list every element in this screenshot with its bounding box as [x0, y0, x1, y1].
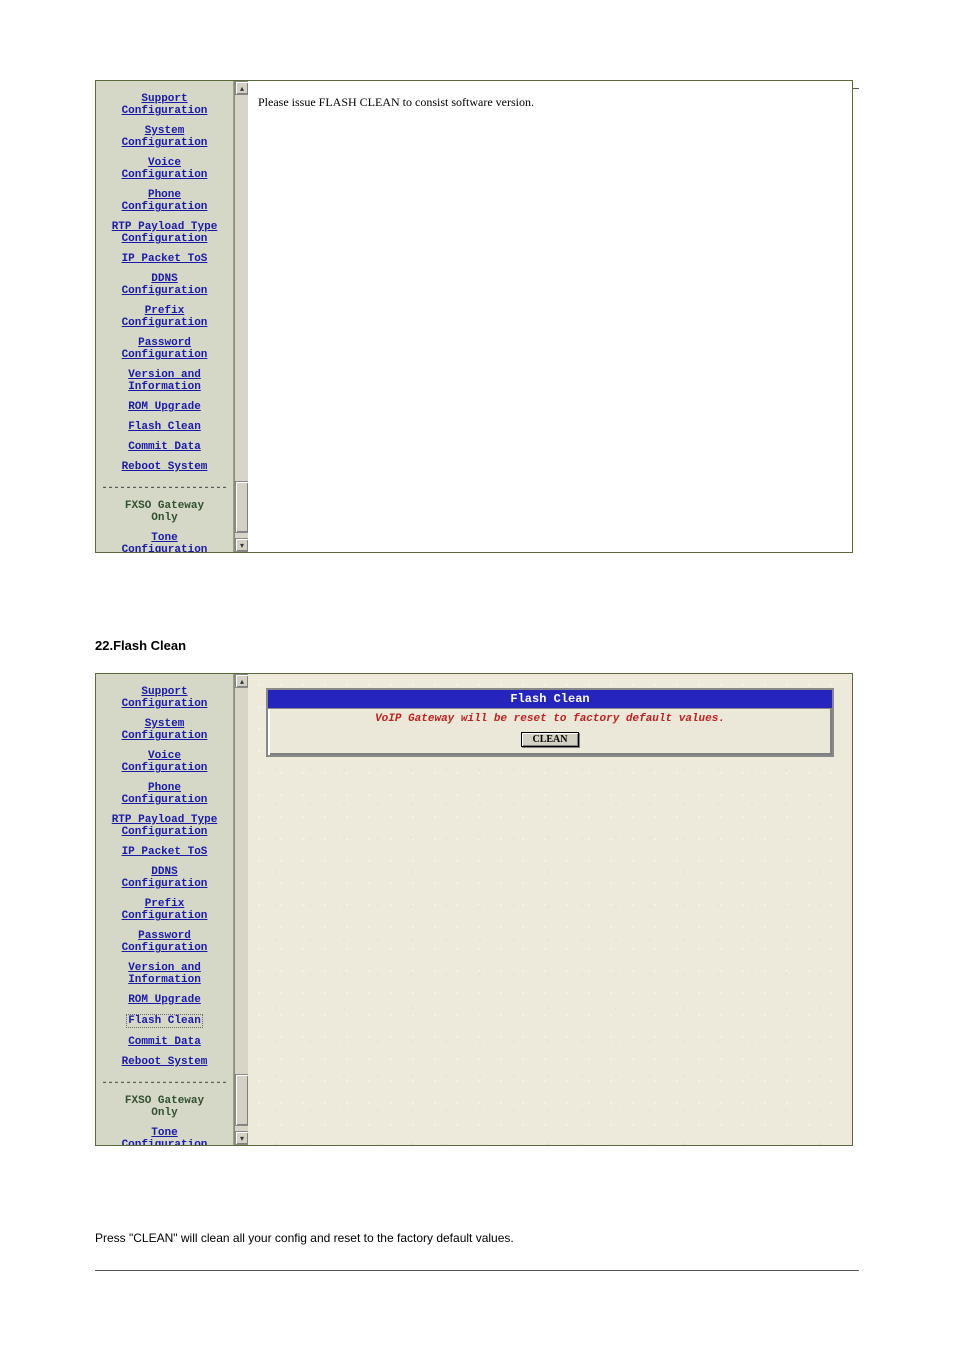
panel-title: Flash Clean	[268, 690, 832, 709]
sidebar-scrollbar[interactable]: ▴ ▾	[234, 674, 248, 1145]
nav-tos[interactable]: IP Packet ToS	[98, 253, 231, 265]
caption-flash-clean-heading: 22.Flash Clean	[95, 638, 859, 653]
nav-flash-active[interactable]: Flash Clean	[98, 1014, 231, 1028]
scroll-down-button[interactable]: ▾	[235, 1131, 249, 1145]
nav-tone[interactable]: ToneConfiguration	[98, 532, 231, 552]
nav-commit[interactable]: Commit Data	[98, 441, 231, 453]
nav-tos[interactable]: IP Packet ToS	[98, 846, 231, 858]
nav-ddns[interactable]: DDNSConfiguration	[98, 273, 231, 297]
content-area: Flash Clean VoIP Gateway will be reset t…	[248, 674, 852, 1145]
nav-rtp[interactable]: RTP Payload TypeConfiguration	[98, 221, 231, 245]
nav-rom[interactable]: ROM Upgrade	[98, 994, 231, 1006]
nav-voice[interactable]: VoiceConfiguration	[98, 157, 231, 181]
nav-prefix[interactable]: PrefixConfiguration	[98, 305, 231, 329]
panel-warning: VoIP Gateway will be reset to factory de…	[268, 709, 832, 729]
scroll-down-button[interactable]: ▾	[235, 538, 249, 552]
clean-button[interactable]: CLEAN	[521, 732, 578, 747]
scroll-thumb[interactable]	[235, 481, 249, 533]
nav-prefix[interactable]: PrefixConfiguration	[98, 898, 231, 922]
screenshot-after-upgrade: SupportConfiguration SystemConfiguration…	[95, 80, 853, 553]
nav-password[interactable]: PasswordConfiguration	[98, 930, 231, 954]
nav-phone[interactable]: PhoneConfiguration	[98, 189, 231, 213]
nav-support[interactable]: SupportConfiguration	[98, 93, 231, 117]
nav-reboot[interactable]: Reboot System	[98, 461, 231, 473]
sidebar: SupportConfiguration SystemConfiguration…	[96, 81, 234, 552]
scroll-up-button[interactable]: ▴	[235, 81, 249, 95]
sidebar-scrollbar[interactable]: ▴ ▾	[234, 81, 248, 552]
nav-fxso-label: FXSO GatewayOnly	[98, 500, 231, 524]
page-rule-bottom	[95, 1270, 859, 1271]
nav-fxso-label: FXSO GatewayOnly	[98, 1095, 231, 1119]
nav-rtp[interactable]: RTP Payload TypeConfiguration	[98, 814, 231, 838]
scroll-up-button[interactable]: ▴	[235, 674, 249, 688]
flash-clean-panel: Flash Clean VoIP Gateway will be reset t…	[266, 688, 834, 757]
nav-version[interactable]: Version andInformation	[98, 962, 231, 986]
nav-password[interactable]: PasswordConfiguration	[98, 337, 231, 361]
nav-flash[interactable]: Flash Clean	[98, 421, 231, 433]
nav-separator: ---------------------	[98, 483, 231, 494]
nav-support[interactable]: SupportConfiguration	[98, 686, 231, 710]
nav-separator: ---------------------	[98, 1078, 231, 1089]
screenshot-flash-clean: SupportConfiguration SystemConfiguration…	[95, 673, 853, 1146]
nav-tone[interactable]: ToneConfiguration	[98, 1127, 231, 1145]
nav-voice[interactable]: VoiceConfiguration	[98, 750, 231, 774]
nav-ddns[interactable]: DDNSConfiguration	[98, 866, 231, 890]
sidebar: SupportConfiguration SystemConfiguration…	[96, 674, 234, 1145]
content-area: Please issue FLASH CLEAN to consist soft…	[248, 81, 852, 552]
caption-clean-description: Press "CLEAN" will clean all your config…	[95, 1231, 859, 1245]
nav-version[interactable]: Version andInformation	[98, 369, 231, 393]
nav-commit[interactable]: Commit Data	[98, 1036, 231, 1048]
flash-clean-message: Please issue FLASH CLEAN to consist soft…	[258, 95, 534, 109]
nav-phone[interactable]: PhoneConfiguration	[98, 782, 231, 806]
nav-system[interactable]: SystemConfiguration	[98, 718, 231, 742]
nav-reboot[interactable]: Reboot System	[98, 1056, 231, 1068]
nav-system[interactable]: SystemConfiguration	[98, 125, 231, 149]
nav-rom[interactable]: ROM Upgrade	[98, 401, 231, 413]
scroll-thumb[interactable]	[235, 1074, 249, 1126]
